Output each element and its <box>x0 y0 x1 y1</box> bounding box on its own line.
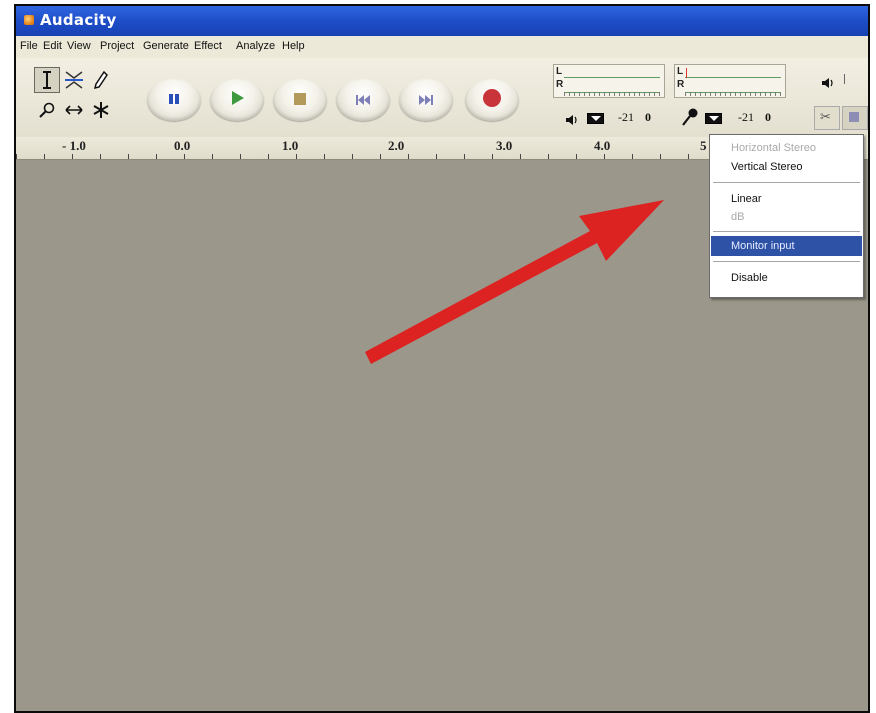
menu-separator <box>713 261 860 262</box>
record-meter-scale <box>685 92 783 96</box>
menu-option-disable[interactable]: Disable <box>711 268 862 288</box>
menu-option-db: dB <box>731 211 745 223</box>
toolbar: L R L R -21 0 -21 0 ✂ <box>16 58 868 138</box>
record-meter-min: -21 <box>738 110 754 124</box>
window-title: Audacity <box>40 11 117 29</box>
ruler-label: 3.0 <box>496 138 513 153</box>
menu-generate[interactable]: Generate <box>143 40 189 52</box>
pause-button[interactable] <box>147 79 201 121</box>
record-button[interactable] <box>465 79 519 121</box>
play-button[interactable] <box>210 79 264 121</box>
ruler-label: - 1.0 <box>62 138 86 153</box>
record-meter-max: 0 <box>765 110 771 124</box>
menu-option-linear[interactable]: Linear <box>711 189 862 209</box>
menu-project[interactable]: Project <box>100 40 134 52</box>
envelope-tool-icon[interactable] <box>61 67 87 93</box>
ruler-label: 4.0 <box>594 138 611 153</box>
audacity-window: Audacity File Edit View Project Generate… <box>14 4 870 713</box>
menu-option-monitor-input[interactable]: Monitor input <box>711 236 862 256</box>
audacity-app-icon <box>24 15 34 25</box>
output-volume-icon <box>821 74 835 93</box>
record-meter-left-bar <box>685 77 781 78</box>
selection-tool-icon[interactable] <box>34 67 60 93</box>
multi-tool-icon[interactable] <box>88 97 114 123</box>
playback-meter-max: 0 <box>645 110 651 124</box>
menu-file[interactable]: File <box>20 40 38 52</box>
record-meter-left-label: L <box>677 66 684 77</box>
playback-meter-left-label: L <box>556 66 563 77</box>
ruler-label: 1.0 <box>282 138 299 153</box>
record-meter[interactable]: L R <box>674 64 786 98</box>
menu-option-horizontal-stereo: Horizontal Stereo <box>731 142 816 154</box>
zoom-tool-icon[interactable] <box>34 97 60 123</box>
stop-icon <box>293 91 307 110</box>
menu-separator <box>713 182 860 183</box>
playback-meter-menu-button[interactable] <box>587 113 604 124</box>
menu-help[interactable]: Help <box>282 40 305 52</box>
edit-tool-button[interactable]: ✂ <box>814 106 840 130</box>
copy-icon <box>849 112 859 122</box>
cut-icon: ✂ <box>820 110 831 125</box>
meter-context-menu: Horizontal Stereo Vertical Stereo Linear… <box>709 134 864 298</box>
menu-analyze[interactable]: Analyze <box>236 40 275 52</box>
draw-tool-icon[interactable] <box>88 67 114 93</box>
menu-effect[interactable]: Effect <box>194 40 222 52</box>
record-meter-peak-marker <box>686 68 687 78</box>
record-icon <box>482 88 502 112</box>
playback-meter-scale <box>564 92 662 96</box>
microphone-icon <box>680 107 700 131</box>
ruler-label: 0.0 <box>174 138 191 153</box>
play-icon <box>229 90 245 110</box>
menu-edit[interactable]: Edit <box>43 40 62 52</box>
record-meter-menu-button[interactable] <box>705 113 722 124</box>
copy-button[interactable] <box>842 106 868 130</box>
speaker-icon <box>565 111 579 130</box>
playback-meter-min: -21 <box>618 110 634 124</box>
ruler-label: 5 <box>700 138 707 153</box>
menu-bar: File Edit View Project Generate Effect A… <box>16 36 868 58</box>
output-volume-slider[interactable] <box>844 74 845 84</box>
skip-to-start-icon <box>355 91 371 110</box>
playback-meter-right-label: R <box>556 79 564 90</box>
skip-to-end-button[interactable] <box>399 79 453 121</box>
menu-separator <box>713 231 860 232</box>
menu-option-vertical-stereo[interactable]: Vertical Stereo <box>711 157 862 177</box>
playback-meter-left-bar <box>564 77 660 78</box>
pause-icon <box>167 91 181 110</box>
playback-meter[interactable]: L R <box>553 64 665 98</box>
record-meter-right-label: R <box>677 79 685 90</box>
stop-button[interactable] <box>273 79 327 121</box>
menu-view[interactable]: View <box>67 40 91 52</box>
skip-to-end-icon <box>418 91 434 110</box>
time-shift-tool-icon[interactable] <box>61 97 87 123</box>
ruler-label: 2.0 <box>388 138 405 153</box>
skip-to-start-button[interactable] <box>336 79 390 121</box>
title-bar[interactable]: Audacity <box>16 6 868 36</box>
